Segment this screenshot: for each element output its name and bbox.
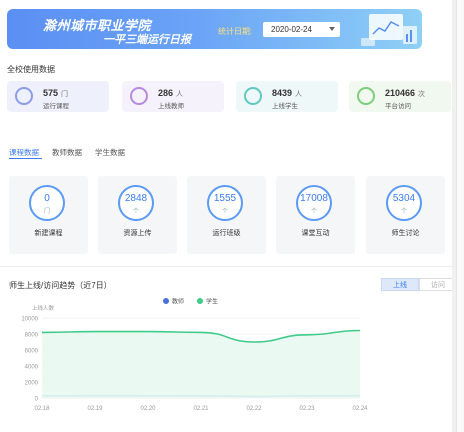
- tab-teacher[interactable]: 教师数据: [52, 147, 82, 158]
- stat-value: 0: [44, 193, 50, 204]
- y-axis-label: 上线人数: [32, 304, 55, 312]
- teacher-icon: [130, 87, 148, 105]
- stat-label: 课堂互动: [301, 230, 330, 237]
- tab-course[interactable]: 课程数据: [9, 147, 39, 158]
- x-tick-label: 02.19: [87, 406, 103, 412]
- toggle-online[interactable]: 上线: [381, 278, 419, 291]
- y-tick-label: 8000: [25, 333, 39, 339]
- report-subtitle: 一平三端运行日报: [103, 34, 191, 46]
- overview-card: 575 门运行课程: [7, 81, 109, 112]
- stat-ring: 1555 个: [207, 185, 243, 221]
- x-tick-label: 02.22: [246, 406, 262, 412]
- card-value: 575 门: [43, 88, 69, 98]
- y-tick-label: 6000: [25, 349, 39, 355]
- stat-label: 资源上传: [123, 230, 152, 237]
- course-icon: [15, 87, 33, 105]
- x-tick-label: 02.20: [140, 406, 156, 412]
- dashboard-illustration-icon: [361, 14, 417, 46]
- y-tick-label: 2000: [25, 381, 39, 387]
- card-label: 平台访问: [385, 103, 411, 110]
- stat-value: 5304: [392, 193, 416, 204]
- y-tick-label: 0: [35, 397, 39, 403]
- card-value: 8439 人: [272, 88, 303, 98]
- date-select[interactable]: 2020-02-24: [263, 22, 340, 37]
- section-divider: [0, 266, 456, 267]
- stat-ring: 2848 个: [118, 185, 154, 221]
- x-tick-label: 02.21: [193, 406, 209, 412]
- stat-tile: 17008 个课堂互动: [276, 176, 355, 254]
- stat-unit: 个: [132, 209, 139, 215]
- x-tick-label: 02.18: [34, 406, 50, 412]
- trend-chart: 0 2000 4000 6000 8000 10000 上线人数 02.18 02.19 02.2…: [21, 298, 368, 413]
- legend-marker: [197, 298, 203, 304]
- overview-title: 全校使用数据: [7, 65, 55, 74]
- overview-card: 286 人上线教师: [122, 81, 224, 112]
- stat-unit: 门: [43, 209, 50, 215]
- stat-tile: 0 门新建课程: [9, 176, 88, 254]
- x-tick-label: 02.23: [299, 406, 315, 412]
- series-area-students: [42, 330, 360, 398]
- stat-value: 17008: [300, 193, 328, 204]
- card-value: 286 人: [158, 88, 184, 98]
- student-icon: [244, 87, 262, 105]
- stat-tile: 5304 个师生讨论: [366, 176, 445, 254]
- card-label: 运行课程: [43, 103, 69, 110]
- date-label: 统计日期:: [218, 27, 253, 36]
- x-tick-label: 02.24: [352, 406, 368, 412]
- chevron-down-icon: [329, 27, 335, 31]
- stat-label: 新建课程: [34, 230, 63, 237]
- stat-ring: 5304 个: [386, 185, 422, 221]
- card-label: 上线教师: [158, 103, 184, 110]
- y-tick-label: 10000: [21, 317, 38, 323]
- stat-label: 师生讨论: [391, 230, 420, 237]
- trend-title: 师生上线/访问趋势（近7日）: [9, 281, 112, 290]
- stat-tile: 1555 个运行班级: [187, 176, 266, 254]
- stat-label: 运行班级: [212, 230, 241, 237]
- stat-value: 1555: [213, 193, 237, 204]
- y-tick-label: 4000: [25, 365, 39, 371]
- stat-unit: 个: [221, 209, 228, 215]
- stat-tile: 2848 个资源上传: [98, 176, 177, 254]
- overview-card: 8439 人上线学生: [236, 81, 338, 112]
- stat-ring: 0门: [29, 185, 65, 221]
- legend-marker: [163, 298, 169, 304]
- legend-label: 学生: [206, 298, 218, 306]
- leaf-icon: [357, 87, 375, 105]
- stat-value: 2848: [124, 193, 148, 204]
- date-value: 2020-02-24: [271, 25, 312, 34]
- active-tab-indicator: [9, 158, 42, 159]
- tab-student[interactable]: 学生数据: [95, 147, 125, 158]
- stat-unit: 个: [400, 209, 407, 215]
- legend-label: 教师: [172, 298, 184, 306]
- overview-card: 210466 次平台访问: [349, 81, 451, 112]
- card-value: 210466 次: [385, 88, 426, 98]
- header-banner: 滁州城市职业学院 一平三端运行日报 统计日期: 2020-02-24: [7, 9, 422, 49]
- stat-unit: 个: [310, 209, 317, 215]
- stat-ring: 17008 个: [296, 185, 332, 221]
- card-label: 上线学生: [272, 103, 298, 110]
- window-edge: [456, 0, 464, 432]
